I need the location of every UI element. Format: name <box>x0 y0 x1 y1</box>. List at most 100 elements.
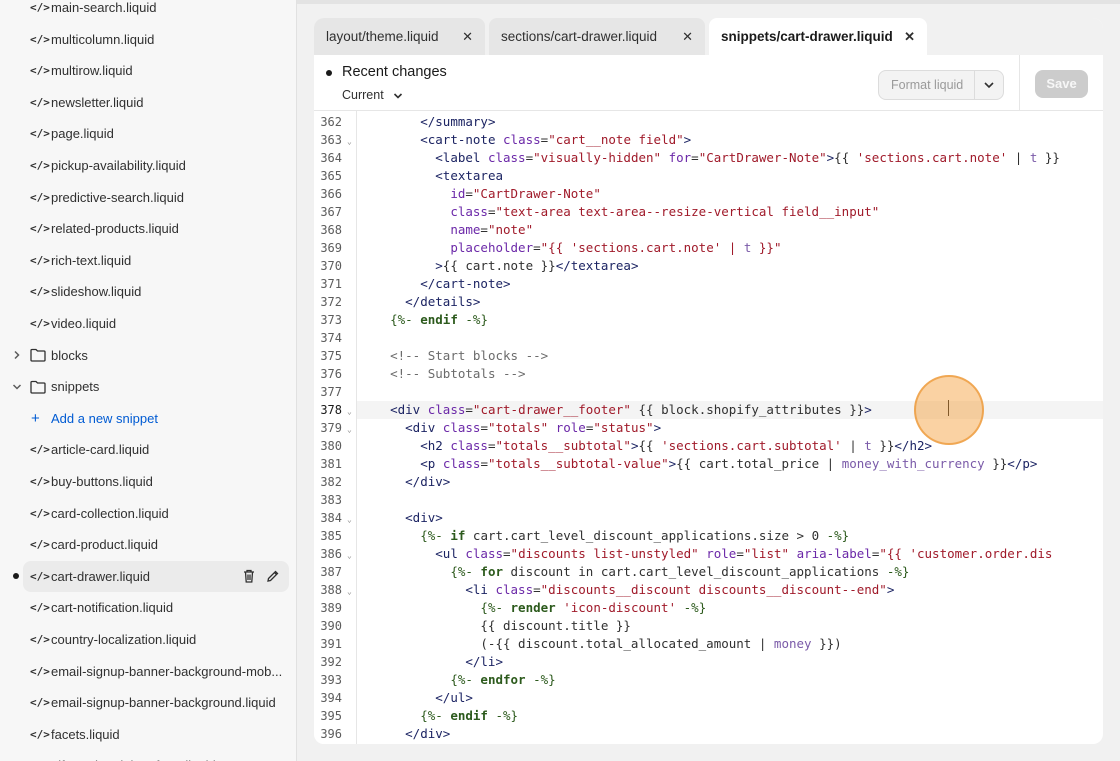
line-number: 376 <box>320 367 342 381</box>
line-number: 371 <box>320 277 342 291</box>
close-icon[interactable]: ✕ <box>904 29 915 45</box>
file-item-label: multicolumn.liquid <box>51 31 155 47</box>
add-snippet-link[interactable]: + Add a new snippet <box>0 403 296 434</box>
file-item[interactable]: </> country-localization.liquid <box>0 624 296 655</box>
code-file-icon: </> <box>30 601 50 615</box>
file-item[interactable]: </> email-signup-banner-background-mob... <box>0 656 296 687</box>
plus-icon: + <box>31 409 40 427</box>
file-item-active[interactable]: </> cart-drawer.liquid <box>13 560 289 592</box>
file-item[interactable]: </>gift-card-recipient-form.liquid <box>0 750 296 761</box>
version-dropdown[interactable]: Current <box>342 88 403 102</box>
code-line: <textarea <box>435 168 503 183</box>
file-item[interactable]: </> newsletter.liquid <box>0 87 296 118</box>
folder-snippets[interactable]: snippets <box>0 371 296 402</box>
file-item-label: card-collection.liquid <box>51 505 169 521</box>
file-item[interactable]: </> cart-notification.liquid <box>0 592 296 623</box>
line-number: 365 <box>320 169 342 183</box>
file-item[interactable]: </> buy-buttons.liquid <box>0 466 296 497</box>
close-icon[interactable]: ✕ <box>462 29 473 45</box>
edit-pencil-icon[interactable] <box>265 568 281 584</box>
code-line: {%- render 'icon-discount' -%} <box>480 600 707 615</box>
file-item-label: buy-buttons.liquid <box>51 474 153 489</box>
code-line: <div class="cart-drawer__footer" {{ bloc… <box>390 402 872 417</box>
format-liquid-button[interactable]: Format liquid <box>878 70 1004 100</box>
file-item-label: card-product.liquid <box>51 537 158 553</box>
editor-tab-bar: layout/theme.liquid ✕ sections/cart-drawer… <box>314 18 1103 55</box>
line-number: 364 <box>320 151 342 165</box>
close-icon[interactable]: ✕ <box>682 29 693 45</box>
line-number: 378 <box>320 403 342 417</box>
fold-chevron-icon[interactable]: ⌄ <box>347 547 352 565</box>
file-item[interactable]: </> email-signup-banner-background.liquid <box>0 687 296 718</box>
editor-tab[interactable]: layout/theme.liquid ✕ <box>314 18 485 55</box>
file-item[interactable]: </> predictive-search.liquid <box>0 182 296 213</box>
code-line: placeholder="{{ 'sections.cart.note' | t… <box>450 240 782 255</box>
code-file-icon: </> <box>30 727 50 741</box>
editor-tab[interactable]: sections/cart-drawer.liquid ✕ <box>489 18 705 55</box>
code-file-icon: </> <box>30 127 50 141</box>
chevron-down-icon[interactable] <box>12 382 22 392</box>
file-item[interactable]: </> main-search.liquid <box>0 0 296 23</box>
file-item[interactable]: </> slideshow.liquid <box>0 276 296 307</box>
file-item[interactable]: </> card-product.liquid <box>0 529 296 560</box>
file-item[interactable]: </> page.liquid <box>0 118 296 149</box>
code-line: (-{{ discount.total_allocated_amount | m… <box>360 636 842 651</box>
file-item-label: email-signup-banner-background.liquid <box>51 695 276 711</box>
fold-chevron-icon[interactable]: ⌄ <box>347 133 352 151</box>
line-number: 390 <box>320 619 342 633</box>
file-item[interactable]: </> multirow.liquid <box>0 55 296 86</box>
chevron-right-icon[interactable] <box>12 350 22 360</box>
file-item[interactable]: </> related-products.liquid <box>0 213 296 244</box>
file-item[interactable]: </> multicolumn.liquid <box>0 24 296 55</box>
file-item-label: facets.liquid <box>51 726 120 742</box>
file-item-label: slideshow.liquid <box>51 284 142 300</box>
line-number: 395 <box>320 709 342 723</box>
file-item[interactable]: </> facets.liquid <box>0 719 296 750</box>
code-line: </div> <box>405 726 451 741</box>
editor-tab[interactable]: snippets/cart-drawer.liquid ✕ <box>709 18 927 55</box>
code-line: </cart-note> <box>420 276 511 291</box>
code-line: </details> <box>405 294 481 309</box>
code-area[interactable]: 362 </summary> 363 ⌄ <cart-note class="car… <box>314 111 1103 744</box>
fold-chevron-icon[interactable]: ⌄ <box>347 421 352 439</box>
folder-blocks[interactable]: blocks <box>0 340 296 371</box>
code-line: >{{ cart.note }}</textarea> <box>435 258 639 273</box>
code-file-icon: </> <box>30 64 50 78</box>
line-number: 386 <box>320 547 342 561</box>
folder-label: snippets <box>51 379 100 395</box>
file-item[interactable]: </> pickup-availability.liquid <box>0 150 296 181</box>
click-indicator <box>914 375 984 445</box>
file-item-label: main-search.liquid <box>51 0 157 15</box>
code-line: {%- if cart.cart_level_discount_applicat… <box>420 528 850 543</box>
fold-chevron-icon[interactable]: ⌄ <box>347 583 352 601</box>
file-tree-sidebar: </> main-search.liquid </> multicolumn.liqu… <box>0 0 297 761</box>
chevron-down-icon[interactable] <box>983 80 995 90</box>
file-item-label: newsletter.liquid <box>51 94 144 110</box>
file-item[interactable]: </> video.liquid <box>0 308 296 339</box>
file-item[interactable]: </> card-collection.liquid <box>0 498 296 529</box>
editor-header: Recent changes Current Format liquid Sav… <box>314 55 1103 111</box>
line-number: 396 <box>320 727 342 741</box>
fold-chevron-icon[interactable]: ⌄ <box>347 511 352 529</box>
line-number: 377 <box>320 385 342 399</box>
line-number: 368 <box>320 223 342 237</box>
line-number: 388 <box>320 583 342 597</box>
file-item-label: video.liquid <box>51 316 117 331</box>
file-item-label: email-signup-banner-background-mob... <box>51 663 283 679</box>
file-item-label: multirow.liquid <box>51 63 133 79</box>
code-line: <p class="totals__subtotal-value">{{ car… <box>420 456 1038 471</box>
trash-icon[interactable] <box>241 568 257 584</box>
version-label: Current <box>342 88 384 102</box>
code-file-icon: </> <box>30 317 50 330</box>
fold-chevron-icon[interactable]: ⌄ <box>347 403 352 421</box>
line-number: 385 <box>320 529 342 543</box>
line-number: 381 <box>320 457 342 471</box>
code-file-icon: </> <box>30 32 50 46</box>
file-item[interactable]: </> article-card.liquid <box>0 434 296 465</box>
code-line: <div> <box>405 510 443 525</box>
file-item[interactable]: </> rich-text.liquid <box>0 245 296 276</box>
folder-icon <box>30 380 46 394</box>
code-file-icon: </> <box>30 222 50 236</box>
code-line: id="CartDrawer-Note" <box>450 186 601 201</box>
save-button[interactable]: Save <box>1035 70 1088 98</box>
